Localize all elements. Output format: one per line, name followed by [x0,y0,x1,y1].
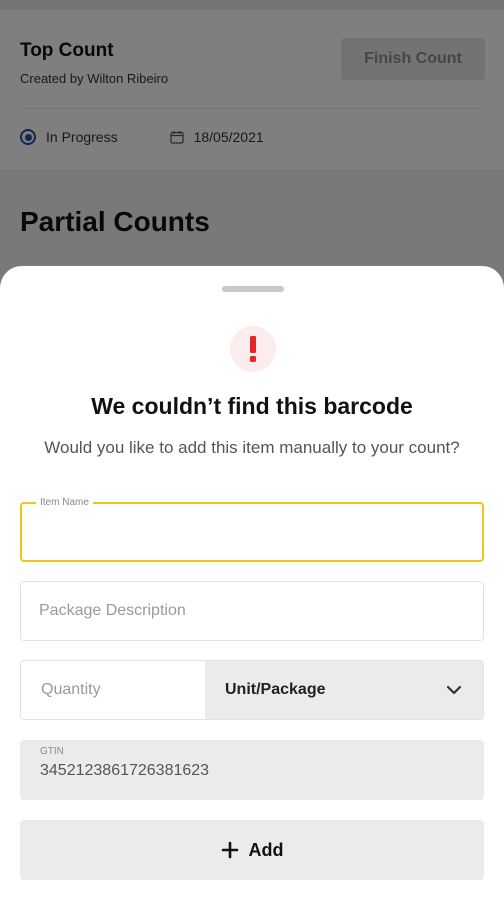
gtin-value: 3452123861726381623 [40,762,210,779]
plus-icon [221,841,238,859]
unit-selected-label: Unit/Package [225,681,326,698]
package-description-field [20,581,484,641]
sheet-subtitle: Would you like to add this item manually… [44,438,460,457]
add-button[interactable]: Add [20,820,484,880]
alert-badge [230,326,276,372]
package-description-input[interactable] [21,582,483,640]
item-name-field: Item Name [20,497,484,562]
chevron-down-icon [446,685,462,695]
exclamation-icon [250,336,256,362]
gtin-label: GTIN [40,746,64,757]
quantity-input[interactable] [21,661,205,719]
add-button-label: Add [248,839,284,860]
item-name-input[interactable] [22,504,482,560]
sheet-drag-handle[interactable] [222,286,284,292]
unit-select[interactable]: Unit/Package [205,661,483,719]
gtin-field: GTIN 3452123861726381623 [20,740,484,800]
barcode-not-found-sheet: We couldn’t find this barcode Would you … [0,266,504,900]
quantity-row: Unit/Package [20,660,484,720]
sheet-title: We couldn’t find this barcode [91,393,413,419]
